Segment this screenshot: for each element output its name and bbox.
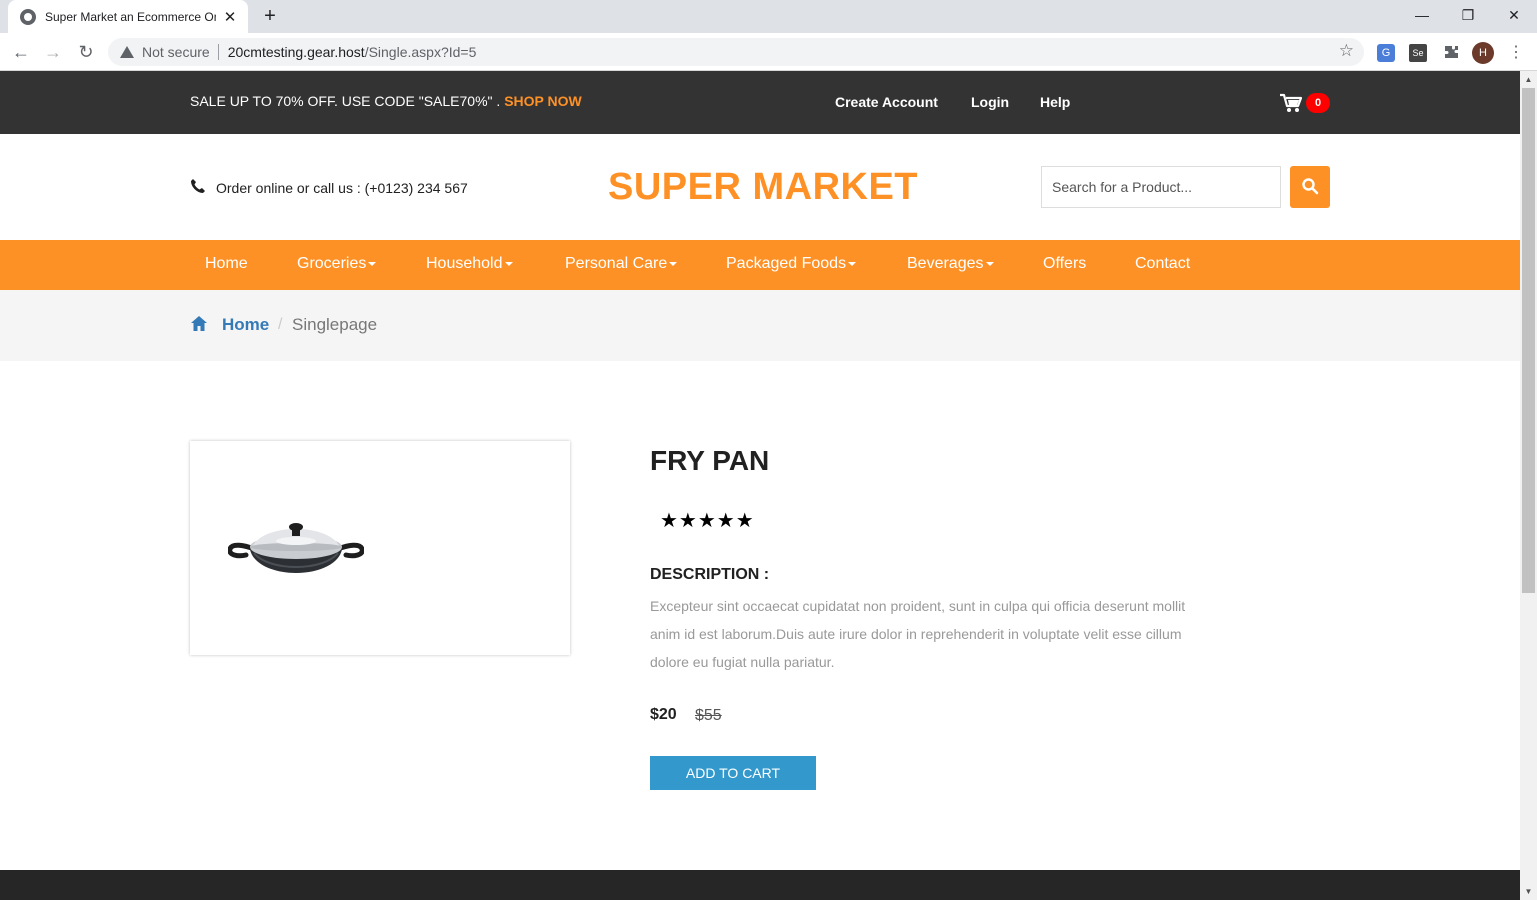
bookmark-star-icon[interactable]: ☆ (1339, 41, 1354, 61)
nav-personal-care[interactable]: Personal Care (565, 255, 678, 273)
minimize-icon[interactable]: — (1399, 0, 1445, 33)
create-account-link[interactable]: Create Account (835, 94, 938, 110)
site-logo[interactable]: SUPER MARKET (608, 166, 918, 209)
product-description: Excepteur sint occaecat cupidatat non pr… (650, 598, 1186, 670)
scrollbar-thumb[interactable] (1522, 88, 1535, 593)
nav-household[interactable]: Household (426, 255, 513, 273)
reload-icon[interactable]: ↻ (74, 40, 98, 64)
breadcrumb-home-link[interactable]: Home (222, 315, 269, 335)
nav-beverages[interactable]: Beverages (907, 255, 994, 273)
browser-tab[interactable]: Super Market an Ecommerce Onl ✕ (8, 0, 248, 33)
add-to-cart-button[interactable]: ADD TO CART (650, 756, 816, 790)
scroll-down-arrow-icon[interactable]: ▼ (1520, 883, 1537, 900)
tab-close-icon[interactable]: ✕ (222, 8, 238, 26)
site-footer (0, 870, 1520, 900)
breadcrumb-separator: / (278, 316, 283, 333)
site-header: Order online or call us : (+0123) 234 56… (0, 134, 1520, 240)
forward-arrow-icon[interactable]: → (41, 40, 65, 64)
main-nav: Home Groceries Household Personal Care P… (0, 240, 1520, 290)
nav-personal-care-label: Personal Care (565, 255, 668, 272)
back-arrow-icon[interactable]: ← (9, 40, 33, 64)
browser-tab-strip: Super Market an Ecommerce Onl ✕ + — ❐ ✕ (0, 0, 1537, 33)
url-field[interactable]: Not secure 20cmtesting.gear.host/Single.… (108, 38, 1364, 66)
puzzle-extensions-icon[interactable] (1440, 42, 1462, 64)
rating-stars[interactable]: ★★★★★ (660, 508, 755, 533)
promo-text: SALE UP TO 70% OFF. USE CODE "SALE70%" .… (190, 93, 582, 109)
restore-icon[interactable]: ❐ (1445, 0, 1491, 33)
omnibox-divider (217, 44, 219, 60)
security-label: Not secure (142, 44, 210, 60)
phone-contact-text: Order online or call us : (+0123) 234 56… (216, 180, 468, 196)
cart-count-badge[interactable]: 0 (1306, 93, 1330, 113)
caret-down-icon (368, 261, 377, 266)
scroll-up-arrow-icon[interactable]: ▲ (1520, 71, 1537, 88)
browser-menu-icon[interactable]: ⋮ (1506, 42, 1526, 64)
promo-message: SALE UP TO 70% OFF. USE CODE "SALE70%" . (190, 93, 505, 109)
nav-groceries[interactable]: Groceries (297, 255, 377, 273)
warning-icon (120, 46, 134, 58)
translate-extension-icon[interactable]: G (1377, 44, 1395, 62)
nav-household-label: Household (426, 255, 503, 272)
selenium-extension-icon[interactable]: Se (1409, 44, 1427, 62)
fry-pan-image[interactable] (228, 519, 364, 575)
login-link[interactable]: Login (971, 94, 1009, 110)
window-close-icon[interactable]: ✕ (1491, 0, 1537, 33)
nav-contact[interactable]: Contact (1135, 255, 1190, 273)
product-price: $20 (650, 706, 677, 723)
breadcrumb-current: Singlepage (292, 315, 378, 334)
nav-contact-label: Contact (1135, 255, 1191, 272)
search-icon (1302, 177, 1319, 194)
tab-title: Super Market an Ecommerce Onl (45, 9, 216, 24)
home-icon[interactable] (190, 315, 208, 332)
url-path: /Single.aspx?Id=5 (364, 44, 477, 60)
help-link[interactable]: Help (1040, 94, 1070, 110)
description-heading: DESCRIPTION : (650, 566, 770, 583)
nav-home[interactable]: Home (205, 255, 248, 273)
promo-bar: SALE UP TO 70% OFF. USE CODE "SALE70%" .… (0, 71, 1520, 134)
search-button[interactable] (1290, 166, 1330, 208)
nav-offers-label: Offers (1043, 255, 1087, 272)
address-bar-row: ← → ↻ Not secure 20cmtesting.gear.host/S… (0, 33, 1537, 71)
nav-offers[interactable]: Offers (1043, 255, 1086, 273)
caret-down-icon (848, 261, 857, 266)
breadcrumb: Home / Singlepage (0, 290, 1520, 361)
page-scrollbar[interactable]: ▲ ▼ (1520, 71, 1537, 900)
url-host: 20cmtesting.gear.host (227, 44, 365, 60)
globe-icon (20, 8, 36, 25)
nav-packaged-foods[interactable]: Packaged Foods (726, 255, 857, 273)
new-tab-button[interactable]: + (258, 4, 282, 28)
caret-down-icon (669, 261, 678, 266)
nav-packaged-foods-label: Packaged Foods (726, 255, 847, 272)
caret-down-icon (985, 261, 994, 266)
nav-beverages-label: Beverages (907, 255, 984, 272)
phone-icon (191, 179, 205, 193)
search-input[interactable] (1041, 166, 1281, 208)
page-viewport: SALE UP TO 70% OFF. USE CODE "SALE70%" .… (0, 71, 1520, 900)
caret-down-icon (504, 261, 513, 266)
product-title: FRY PAN (650, 445, 770, 476)
original-price: $55 (695, 707, 722, 724)
shop-now-link[interactable]: SHOP NOW (504, 93, 582, 109)
nav-home-label: Home (205, 255, 248, 272)
nav-groceries-label: Groceries (297, 255, 367, 272)
product-image-frame (190, 441, 570, 655)
shopping-cart-icon[interactable] (1280, 93, 1302, 113)
profile-avatar[interactable]: H (1472, 42, 1494, 64)
